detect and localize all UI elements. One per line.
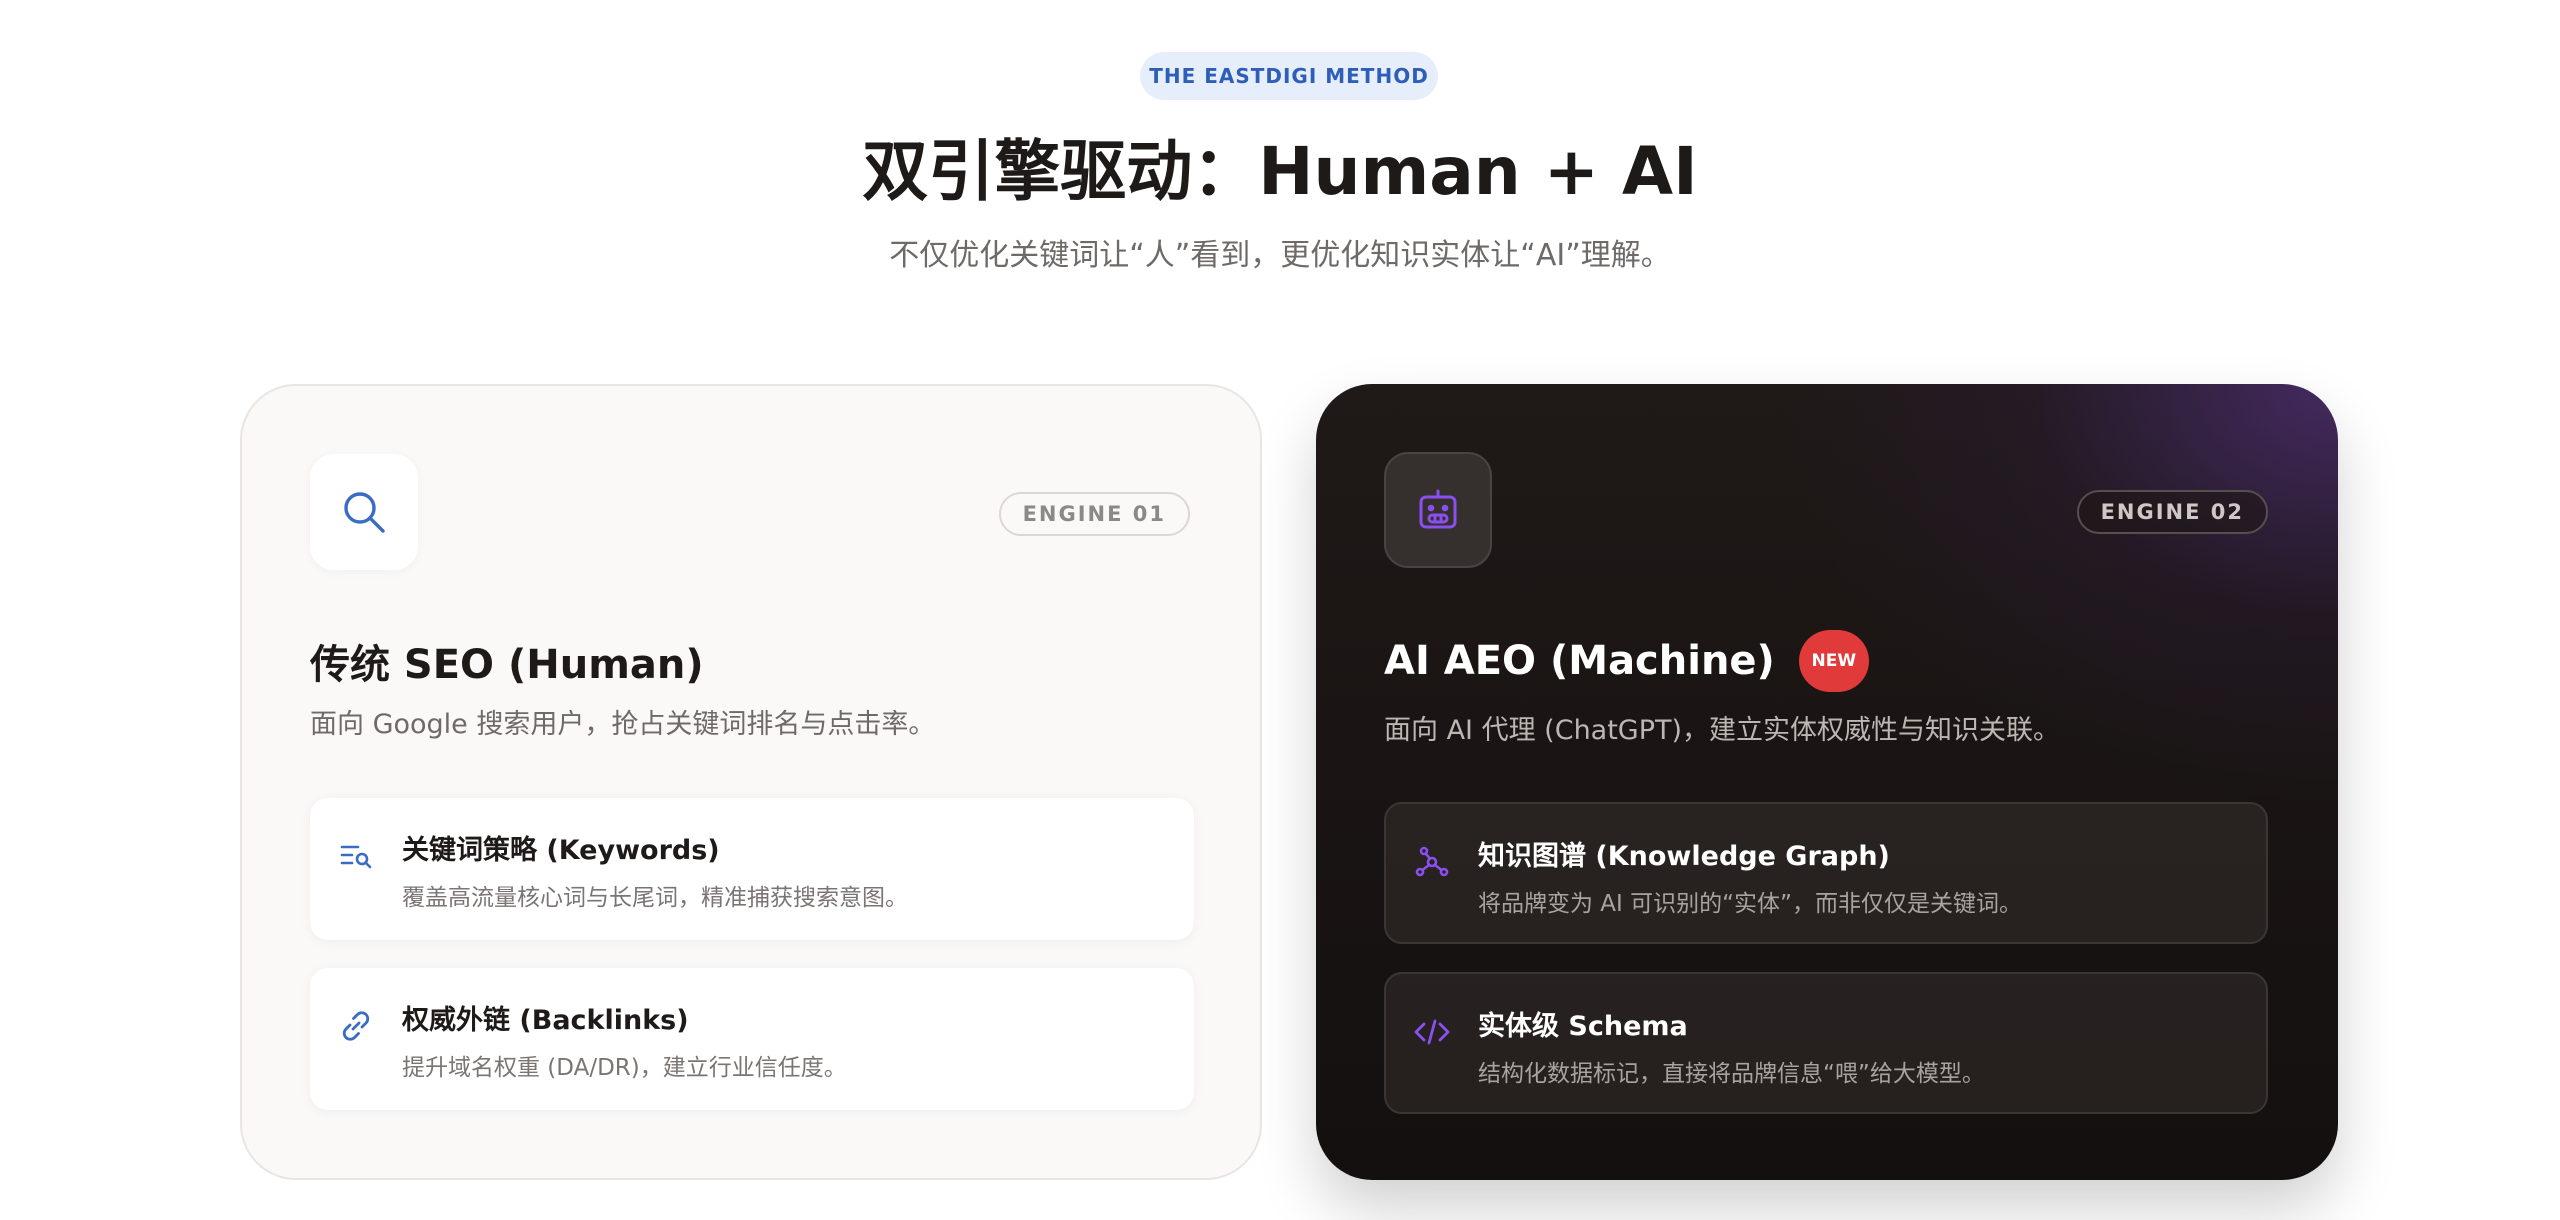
feature-backlinks[interactable]: 权威外链 (Backlinks) 提升域名权重 (DA/DR)，建立行业信任度。 (310, 968, 1194, 1110)
engine-human-card: ENGINE 01 传统 SEO (Human) 面向 Google 搜索用户，… (240, 384, 1262, 1180)
card-description: 面向 Google 搜索用户，抢占关键词排名与点击率。 (310, 709, 936, 740)
code-icon (1414, 1014, 1450, 1050)
card-description: 面向 AI 代理 (ChatGPT)，建立实体权威性与知识关联。 (1384, 715, 2061, 746)
feature-title: 知识图谱 (Knowledge Graph) (1478, 841, 1890, 872)
card-title-text: AI AEO (Machine) (1384, 638, 1775, 684)
feature-description: 结构化数据标记，直接将品牌信息“喂”给大模型。 (1478, 1061, 1985, 1087)
feature-description: 覆盖高流量核心词与长尾词，精准捕获搜索意图。 (402, 885, 908, 911)
engine-label: ENGINE 02 (2076, 490, 2268, 534)
search-icon (310, 454, 418, 570)
link-icon (338, 1008, 374, 1044)
engine-ai-card: ENGINE 02 AI AEO (Machine) NEW 面向 AI 代理 … (1316, 384, 2338, 1180)
graph-nodes-icon (1414, 844, 1450, 880)
card-title-text: 传统 SEO (Human) (310, 642, 704, 688)
feature-knowledge-graph[interactable]: 知识图谱 (Knowledge Graph) 将品牌变为 AI 可识别的“实体”… (1384, 802, 2268, 944)
section-subtitle: 不仅优化关键词让“人”看到，更优化知识实体让“AI”理解。 (889, 238, 1671, 273)
feature-description: 提升域名权重 (DA/DR)，建立行业信任度。 (402, 1055, 847, 1081)
new-badge: NEW (1798, 630, 1869, 692)
card-title: 传统 SEO (Human) (310, 632, 704, 690)
feature-description: 将品牌变为 AI 可识别的“实体”，而非仅仅是关键词。 (1478, 891, 2022, 917)
robot-icon (1384, 452, 1492, 568)
card-title: AI AEO (Machine) NEW (1384, 630, 1869, 692)
section-title: 双引擎驱动：Human + AI (862, 133, 1698, 210)
feature-keywords[interactable]: 关键词策略 (Keywords) 覆盖高流量核心词与长尾词，精准捕获搜索意图。 (310, 798, 1194, 940)
eyebrow-badge: THE EASTDIGI METHOD (1140, 52, 1438, 100)
feature-title: 关键词策略 (Keywords) (402, 835, 720, 866)
engine-label: ENGINE 01 (998, 492, 1190, 536)
feature-schema[interactable]: 实体级 Schema 结构化数据标记，直接将品牌信息“喂”给大模型。 (1384, 972, 2268, 1114)
feature-title: 实体级 Schema (1478, 1011, 1688, 1042)
method-section: THE EASTDIGI METHOD 双引擎驱动：Human + AI 不仅优… (0, 0, 2560, 1220)
feature-title: 权威外链 (Backlinks) (402, 1005, 689, 1036)
keyword-search-icon (338, 838, 374, 874)
